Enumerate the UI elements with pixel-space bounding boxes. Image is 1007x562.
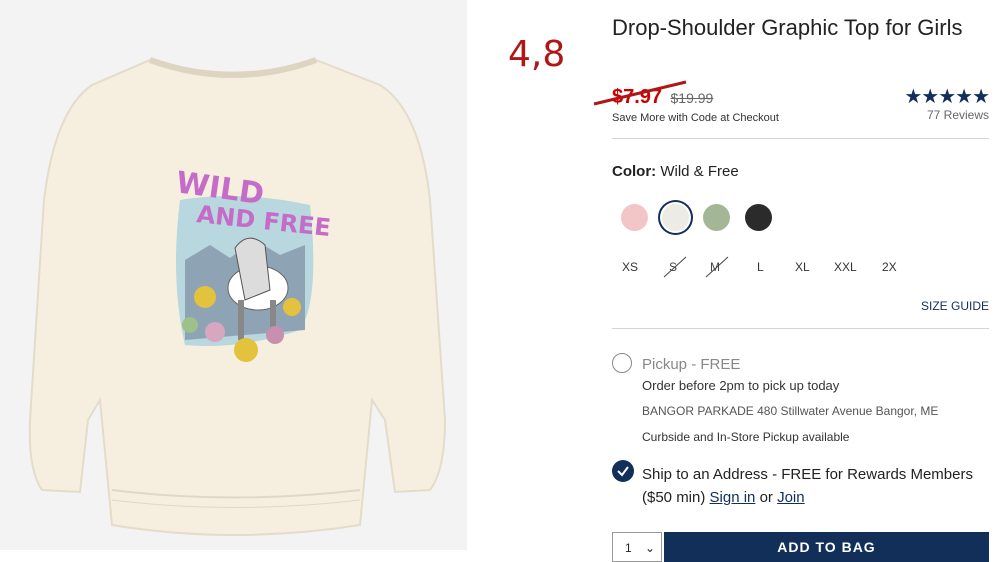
divider [612,138,989,139]
store-address[interactable]: BANGOR PARKADE 480 Stillwater Avenue Ban… [642,404,938,418]
price-strike-mark [593,80,687,106]
join-link[interactable]: Join [777,489,805,506]
pickup-radio[interactable] [612,353,632,373]
color-value: Wild & Free [660,163,739,180]
size-unavailable-slash [705,256,729,278]
quantity-select[interactable]: 1 ⌄ [612,532,662,562]
ship-option: Ship to an Address - FREE for Rewards Me… [642,463,987,509]
checkmark-icon [617,466,629,477]
save-note: Save More with Code at Checkout [612,112,779,124]
sign-in-link[interactable]: Sign in [710,489,756,506]
ship-checkbox[interactable] [612,460,634,482]
rating-stars[interactable]: ★★★★★ [904,84,990,109]
color-swatch-pink[interactable] [621,204,648,231]
size-xl[interactable]: XL [795,260,810,274]
size-unavailable-slash [663,256,687,278]
review-count-link[interactable]: 77 Reviews [927,108,989,122]
product-image[interactable]: WILD AND FREE [0,0,467,550]
color-label-row: Color: Wild & Free [612,163,739,180]
size-xxl[interactable]: XXL [834,260,857,274]
or-text: or [759,489,773,506]
curbside-note: Curbside and In-Store Pickup available [642,430,850,444]
product-title: Drop-Shoulder Graphic Top for Girls [612,15,963,40]
pickup-title: Pickup - FREE [642,356,741,373]
color-swatch-black[interactable] [745,204,772,231]
quantity-value: 1 [625,541,632,555]
size-l[interactable]: L [757,260,764,274]
chevron-down-icon: ⌄ [645,541,656,555]
divider [612,328,989,329]
pickup-subtitle: Order before 2pm to pick up today [642,378,840,393]
color-label: Color: [612,163,657,180]
color-swatch-cream[interactable] [662,204,689,231]
rating-annotation: 4,8 [508,34,566,75]
size-2x[interactable]: 2X [882,260,897,274]
color-swatch-sage[interactable] [703,204,730,231]
size-xs[interactable]: XS [622,260,638,274]
ship-text: Ship to an Address - FREE for Rewards Me… [642,466,973,506]
add-to-bag-button[interactable]: ADD TO BAG [664,532,989,562]
size-guide-link[interactable]: SIZE GUIDE [921,299,989,313]
sweatshirt-illustration: WILD AND FREE [0,0,467,550]
